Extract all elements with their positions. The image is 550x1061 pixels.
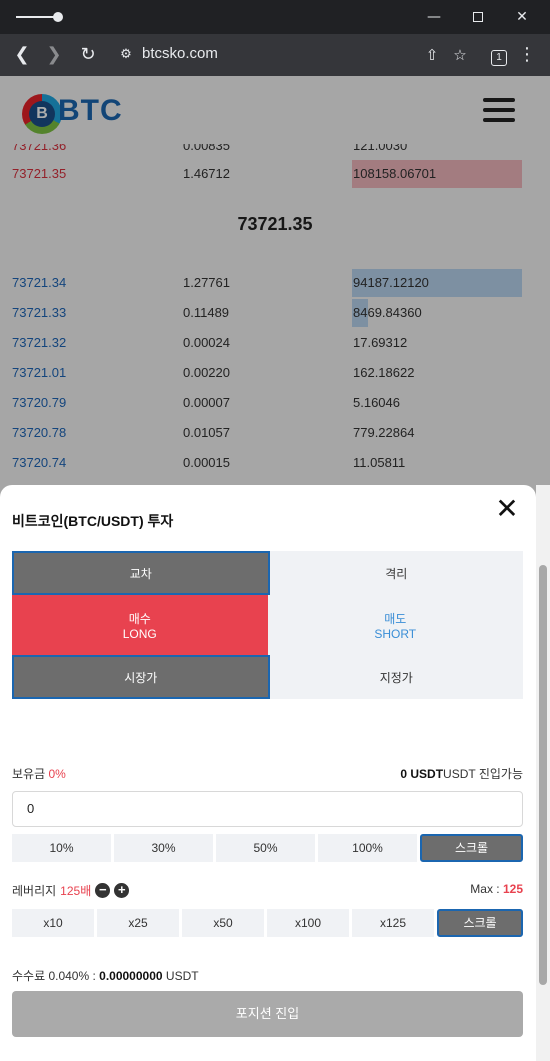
fee-label: 수수료 0.040% :: [12, 969, 100, 983]
address-bar[interactable]: btcsko.com: [142, 45, 218, 62]
leverage-x10-button[interactable]: x10: [12, 909, 94, 937]
maximize-button[interactable]: [465, 6, 491, 28]
amount-input[interactable]: 0: [12, 791, 523, 827]
enter-position-button[interactable]: 포지션 진입: [12, 991, 523, 1037]
margin-isolated-label: 격리: [385, 566, 408, 581]
holdings-percent: 0%: [48, 767, 66, 781]
holdings-label: 보유금 0%: [12, 765, 66, 782]
window-titlebar: — ✕: [0, 0, 550, 34]
side-toggle: 매수 LONG 매도 SHORT: [12, 595, 523, 655]
leverage-text: 레버리지: [12, 884, 57, 898]
percent-100-button[interactable]: 100%: [318, 834, 417, 862]
trade-modal: 비트코인(BTC/USDT) 투자 ✕ 교차 격리 매수 LONG 매도 SHO…: [0, 485, 536, 1061]
margin-mode-toggle: 교차 격리: [12, 551, 523, 595]
modal-title: 비트코인(BTC/USDT) 투자: [12, 513, 174, 529]
percent-scroll-button[interactable]: 스크롤: [420, 834, 523, 862]
page: B BTC 73721.36 0.00835 121.0030 73721.35…: [0, 76, 550, 1061]
market-label: 시장가: [124, 670, 158, 685]
fee-unit: USDT: [162, 969, 199, 983]
limit-order-button[interactable]: 지정가: [269, 655, 523, 699]
tab-switcher-button[interactable]: 1: [487, 43, 511, 67]
maximize-icon: [473, 12, 483, 22]
scrollbar-thumb[interactable]: [539, 565, 547, 985]
browser-menu-icon[interactable]: ⋮: [515, 43, 539, 67]
percent-10-button[interactable]: 10%: [12, 834, 111, 862]
margin-cross-label: 교차: [129, 566, 152, 581]
browser-toolbar: ❮ ❯ ↻ ⚙ btcsko.com ⇧ ☆ 1 ⋮: [0, 34, 550, 76]
available-balance: 0 USDTUSDT 진입가능: [380, 765, 523, 782]
close-window-button[interactable]: ✕: [509, 6, 535, 28]
leverage-value: 125배: [60, 884, 92, 898]
modal-scrollbar[interactable]: [536, 485, 550, 1061]
available-amount: 0 USDT: [400, 767, 444, 781]
leverage-x25-button[interactable]: x25: [97, 909, 179, 937]
buy-sub-label: LONG: [122, 626, 157, 641]
bookmark-star-icon[interactable]: ☆: [448, 43, 472, 67]
reload-icon[interactable]: ↻: [76, 43, 100, 67]
leverage-x50-button[interactable]: x50: [182, 909, 264, 937]
max-value: 125: [502, 882, 523, 896]
leverage-scroll-button[interactable]: 스크롤: [437, 909, 523, 937]
percent-30-button[interactable]: 30%: [114, 834, 213, 862]
limit-label: 지정가: [379, 670, 413, 685]
fee-amount: 0.00000000: [99, 969, 163, 983]
leverage-max: Max : 125: [420, 882, 523, 896]
site-info-icon[interactable]: ⚙: [114, 43, 138, 67]
available-suffix: USDT 진입가능: [443, 767, 523, 781]
percent-50-button[interactable]: 50%: [216, 834, 315, 862]
back-icon[interactable]: ❮: [10, 43, 34, 67]
share-icon[interactable]: ⇧: [420, 43, 444, 67]
buy-long-button[interactable]: 매수 LONG: [12, 595, 268, 655]
leverage-buttons: x10 x25 x50 x100 x125 스크롤: [12, 909, 523, 937]
close-icon[interactable]: ✕: [492, 495, 522, 525]
sell-short-button[interactable]: 매도 SHORT: [267, 595, 523, 655]
minimize-button[interactable]: —: [421, 6, 447, 28]
margin-cross-button[interactable]: 교차: [12, 551, 270, 595]
window-slider-knob[interactable]: [53, 12, 63, 22]
tab-count: 1: [491, 50, 507, 66]
margin-isolated-button[interactable]: 격리: [269, 551, 523, 595]
max-prefix: Max :: [470, 882, 503, 896]
sell-sub-label: SHORT: [374, 626, 417, 641]
order-type-toggle: 시장가 지정가: [12, 655, 523, 699]
percent-buttons: 10% 30% 50% 100% 스크롤: [12, 834, 523, 862]
leverage-increase-icon[interactable]: +: [114, 883, 130, 898]
leverage-label: 레버리지 125배 − +: [12, 882, 130, 899]
leverage-x100-button[interactable]: x100: [267, 909, 349, 937]
leverage-x125-button[interactable]: x125: [352, 909, 434, 937]
forward-icon[interactable]: ❯: [42, 43, 66, 67]
buy-label: 매수: [128, 611, 151, 626]
leverage-decrease-icon[interactable]: −: [95, 883, 111, 898]
holdings-text: 보유금: [12, 767, 46, 781]
fee-info: 수수료 0.040% : 0.00000000 USDT: [12, 967, 199, 984]
sell-label: 매도: [384, 611, 407, 626]
market-order-button[interactable]: 시장가: [12, 655, 270, 699]
